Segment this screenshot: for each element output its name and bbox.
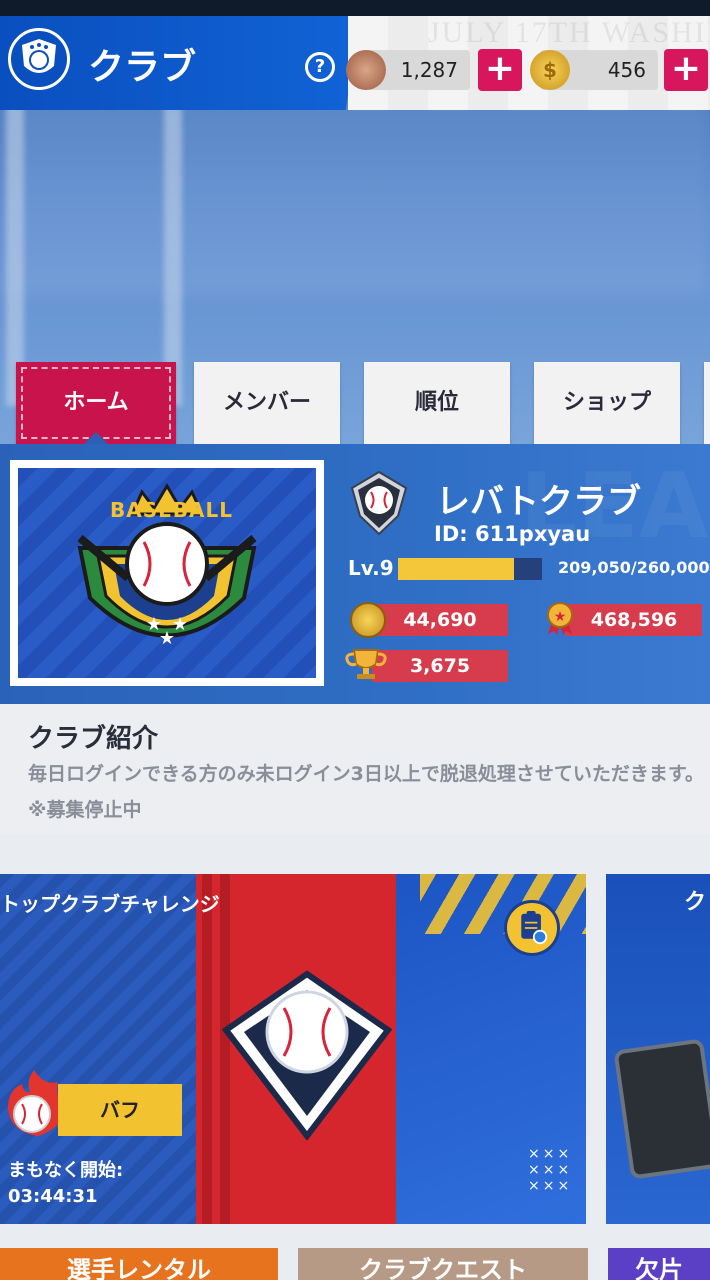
stat-medals: 468,596 xyxy=(566,604,702,636)
intro-title: クラブ紹介 xyxy=(28,724,159,754)
coin-icon: $ xyxy=(530,50,570,90)
club-id: ID: 611pxyau xyxy=(434,522,591,546)
stat-coins: 44,690 xyxy=(372,604,508,636)
xp-progress-fill xyxy=(398,558,514,580)
header-deco-text: JULY 17TH WASHINGTON DC JULY 17TH xyxy=(428,16,710,49)
svg-text:★: ★ xyxy=(554,609,567,625)
challenge-title: トップクラブチャレンジ xyxy=(0,892,220,916)
svg-text:★: ★ xyxy=(159,628,175,649)
status-bar xyxy=(0,0,710,16)
baseball-diamond-icon xyxy=(222,970,392,1140)
club-rank-icon xyxy=(350,470,408,536)
club-quest-button[interactable]: クラブクエスト xyxy=(298,1248,588,1280)
tab-members[interactable]: メンバー xyxy=(194,362,340,444)
svg-text:$: $ xyxy=(543,58,557,82)
stat-trophies: 3,675 xyxy=(372,650,508,682)
add-club-point-button[interactable]: + xyxy=(478,49,522,91)
xp-text: 209,050/260,000 xyxy=(558,558,710,577)
club-intro-section: クラブ紹介 毎日ログインできる方のみ未ログイン3日以上で脱退処理させていただきま… xyxy=(0,704,710,834)
tab-ranking[interactable]: 順位 xyxy=(364,362,510,444)
side-event-card[interactable]: ク xyxy=(606,874,710,1224)
help-icon[interactable]: ? xyxy=(305,52,335,82)
club-level: Lv.9 xyxy=(348,556,394,580)
trophy-icon xyxy=(345,649,387,679)
fragments-button[interactable]: 欠片 xyxy=(608,1248,710,1280)
side-card-title: ク xyxy=(684,890,707,915)
club-coin-icon xyxy=(350,602,386,638)
club-logo-card[interactable]: ★ ★ ★ BASEBALL xyxy=(10,460,324,686)
countdown-timer: 03:44:31 xyxy=(8,1186,98,1207)
top-club-challenge-card[interactable]: トップクラブチャレンジ バフ まもなく開始: 03:44:31 ××× ××× ××… xyxy=(0,874,586,1224)
club-point-icon xyxy=(346,50,386,90)
decor-x-pattern: ××× ××× ××× xyxy=(528,1146,573,1194)
tablet-icon xyxy=(613,1038,710,1180)
clipboard-icon[interactable] xyxy=(504,900,560,956)
buff-tag: バフ xyxy=(58,1084,182,1136)
tab-shop[interactable]: ショップ xyxy=(534,362,680,444)
page-title: クラブ xyxy=(88,47,197,88)
club-logo-text: BASEBALL xyxy=(110,498,233,522)
club-emblem-icon[interactable] xyxy=(8,28,70,90)
player-rental-button[interactable]: 選手レンタル xyxy=(0,1248,278,1280)
club-name: レバトクラブ xyxy=(436,482,642,522)
tab-more[interactable] xyxy=(704,362,710,444)
xp-progress-bar xyxy=(398,558,542,580)
starting-soon-label: まもなく開始: xyxy=(8,1160,124,1181)
intro-text: 毎日ログインできる方のみ未ログイン3日以上で脱退処理させていただきます。※募集停… xyxy=(28,763,704,821)
medal-icon: ★ xyxy=(547,602,573,635)
active-tab-pointer xyxy=(84,432,108,444)
add-coin-button[interactable]: + xyxy=(664,49,708,91)
